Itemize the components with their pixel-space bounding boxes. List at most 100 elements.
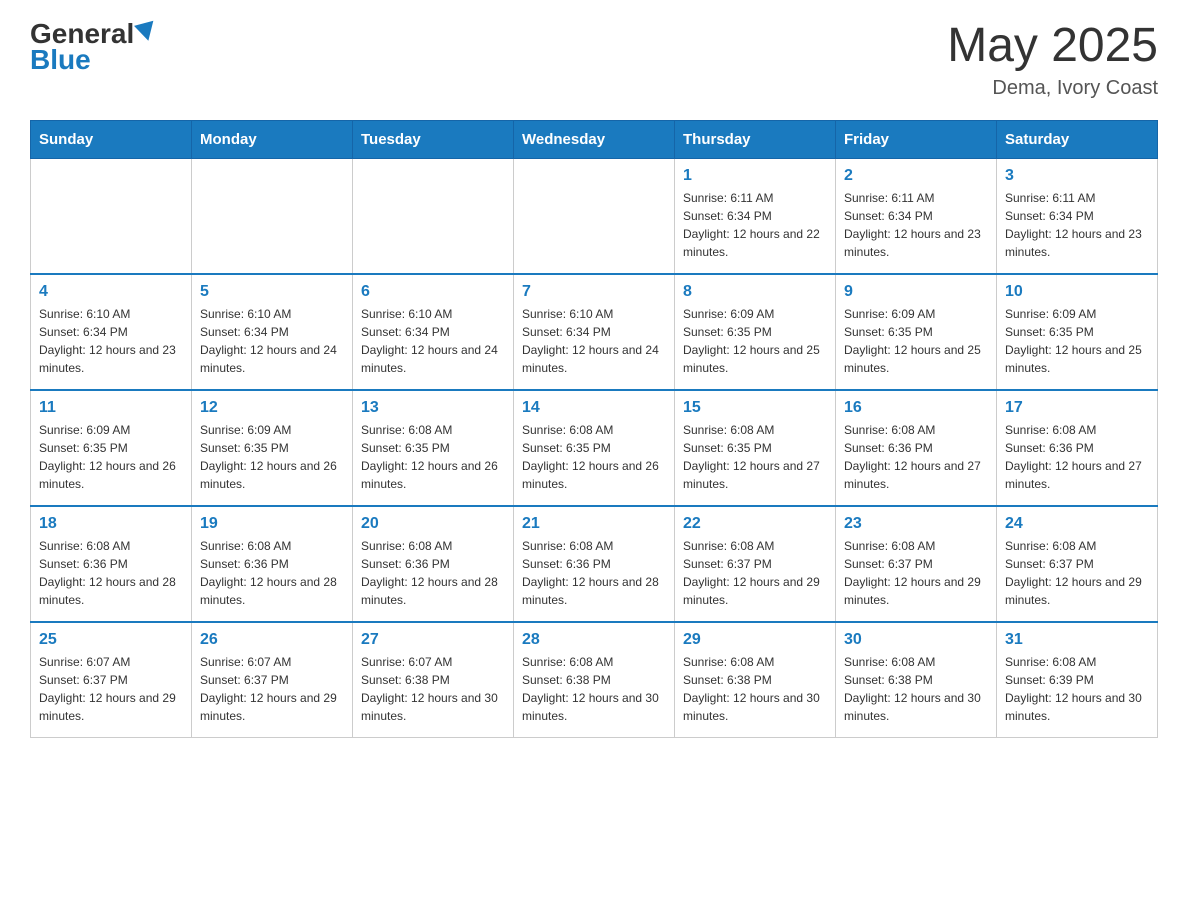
day-number: 11 (39, 399, 183, 417)
logo-blue-text: Blue (30, 44, 91, 75)
day-number: 17 (1005, 399, 1149, 417)
day-info: Sunrise: 6:10 AMSunset: 6:34 PMDaylight:… (361, 305, 505, 377)
day-info: Sunrise: 6:09 AMSunset: 6:35 PMDaylight:… (844, 305, 988, 377)
page-header: General Blue May 2025 Dema, Ivory Coast (30, 20, 1158, 100)
day-info: Sunrise: 6:08 AMSunset: 6:36 PMDaylight:… (39, 537, 183, 609)
calendar-table: SundayMondayTuesdayWednesdayThursdayFrid… (30, 120, 1158, 738)
col-header-thursday: Thursday (675, 120, 836, 158)
calendar-cell: 8 Sunrise: 6:09 AMSunset: 6:35 PMDaylight… (675, 274, 836, 390)
calendar-cell (31, 158, 192, 274)
calendar-cell: 30 Sunrise: 6:08 AMSunset: 6:38 PMDayligh… (836, 622, 997, 738)
calendar-cell: 26Sunrise: 6:07 AMSunset: 6:37 PMDayligh… (192, 622, 353, 738)
calendar-cell (192, 158, 353, 274)
calendar-cell: 16 Sunrise: 6:08 AMSunset: 6:36 PMDayligh… (836, 390, 997, 506)
day-number: 3 (1005, 167, 1149, 185)
day-info: Sunrise: 6:08 AMSunset: 6:36 PMDaylight:… (522, 537, 666, 609)
calendar-week-row: 4 Sunrise: 6:10 AMSunset: 6:34 PMDaylight… (31, 274, 1158, 390)
day-number: 8 (683, 283, 827, 301)
calendar-week-row: 1Sunrise: 6:11 AMSunset: 6:34 PMDaylight… (31, 158, 1158, 274)
calendar-cell: 6Sunrise: 6:10 AMSunset: 6:34 PMDaylight… (353, 274, 514, 390)
day-number: 27 (361, 631, 505, 649)
calendar-cell: 7 Sunrise: 6:10 AMSunset: 6:34 PMDaylight… (514, 274, 675, 390)
calendar-cell: 20 Sunrise: 6:08 AMSunset: 6:36 PMDayligh… (353, 506, 514, 622)
calendar-week-row: 18 Sunrise: 6:08 AMSunset: 6:36 PMDayligh… (31, 506, 1158, 622)
day-number: 15 (683, 399, 827, 417)
day-info: Sunrise: 6:09 AMSunset: 6:35 PMDaylight:… (200, 421, 344, 493)
day-info: Sunrise: 6:10 AMSunset: 6:34 PMDaylight:… (522, 305, 666, 377)
day-info: Sunrise: 6:08 AMSunset: 6:39 PMDaylight:… (1005, 653, 1149, 725)
day-number: 12 (200, 399, 344, 417)
day-info: Sunrise: 6:09 AMSunset: 6:35 PMDaylight:… (1005, 305, 1149, 377)
location-subtitle: Dema, Ivory Coast (947, 77, 1158, 100)
day-info: Sunrise: 6:09 AMSunset: 6:35 PMDaylight:… (683, 305, 827, 377)
day-number: 30 (844, 631, 988, 649)
calendar-cell: 15Sunrise: 6:08 AMSunset: 6:35 PMDayligh… (675, 390, 836, 506)
calendar-week-row: 25Sunrise: 6:07 AMSunset: 6:37 PMDayligh… (31, 622, 1158, 738)
day-number: 19 (200, 515, 344, 533)
col-header-wednesday: Wednesday (514, 120, 675, 158)
day-number: 10 (1005, 283, 1149, 301)
month-year-title: May 2025 (947, 20, 1158, 73)
col-header-tuesday: Tuesday (353, 120, 514, 158)
calendar-cell: 17 Sunrise: 6:08 AMSunset: 6:36 PMDayligh… (997, 390, 1158, 506)
calendar-cell (514, 158, 675, 274)
day-number: 4 (39, 283, 183, 301)
day-info: Sunrise: 6:11 AMSunset: 6:34 PMDaylight:… (1005, 189, 1149, 261)
calendar-cell: 29 Sunrise: 6:08 AMSunset: 6:38 PMDayligh… (675, 622, 836, 738)
day-number: 29 (683, 631, 827, 649)
day-number: 24 (1005, 515, 1149, 533)
calendar-cell: 10 Sunrise: 6:09 AMSunset: 6:35 PMDayligh… (997, 274, 1158, 390)
day-info: Sunrise: 6:08 AMSunset: 6:37 PMDaylight:… (683, 537, 827, 609)
day-info: Sunrise: 6:08 AMSunset: 6:38 PMDaylight:… (522, 653, 666, 725)
title-block: May 2025 Dema, Ivory Coast (947, 20, 1158, 100)
day-number: 5 (200, 283, 344, 301)
day-info: Sunrise: 6:11 AMSunset: 6:34 PMDaylight:… (683, 189, 827, 261)
calendar-cell: 1Sunrise: 6:11 AMSunset: 6:34 PMDaylight… (675, 158, 836, 274)
day-info: Sunrise: 6:08 AMSunset: 6:36 PMDaylight:… (1005, 421, 1149, 493)
calendar-cell: 9 Sunrise: 6:09 AMSunset: 6:35 PMDaylight… (836, 274, 997, 390)
day-number: 20 (361, 515, 505, 533)
day-info: Sunrise: 6:08 AMSunset: 6:35 PMDaylight:… (522, 421, 666, 493)
day-info: Sunrise: 6:07 AMSunset: 6:38 PMDaylight:… (361, 653, 505, 725)
col-header-monday: Monday (192, 120, 353, 158)
calendar-cell: 18 Sunrise: 6:08 AMSunset: 6:36 PMDayligh… (31, 506, 192, 622)
day-number: 23 (844, 515, 988, 533)
day-info: Sunrise: 6:09 AMSunset: 6:35 PMDaylight:… (39, 421, 183, 493)
calendar-week-row: 11 Sunrise: 6:09 AMSunset: 6:35 PMDayligh… (31, 390, 1158, 506)
logo: General Blue (30, 20, 156, 74)
day-info: Sunrise: 6:08 AMSunset: 6:36 PMDaylight:… (200, 537, 344, 609)
day-info: Sunrise: 6:08 AMSunset: 6:36 PMDaylight:… (361, 537, 505, 609)
day-number: 7 (522, 283, 666, 301)
day-info: Sunrise: 6:08 AMSunset: 6:37 PMDaylight:… (844, 537, 988, 609)
logo-triangle-icon (134, 21, 158, 44)
calendar-cell: 31Sunrise: 6:08 AMSunset: 6:39 PMDayligh… (997, 622, 1158, 738)
day-number: 2 (844, 167, 988, 185)
day-number: 9 (844, 283, 988, 301)
calendar-header-row: SundayMondayTuesdayWednesdayThursdayFrid… (31, 120, 1158, 158)
day-info: Sunrise: 6:10 AMSunset: 6:34 PMDaylight:… (39, 305, 183, 377)
calendar-cell: 24 Sunrise: 6:08 AMSunset: 6:37 PMDayligh… (997, 506, 1158, 622)
calendar-cell: 19 Sunrise: 6:08 AMSunset: 6:36 PMDayligh… (192, 506, 353, 622)
calendar-cell: 3 Sunrise: 6:11 AMSunset: 6:34 PMDaylight… (997, 158, 1158, 274)
day-info: Sunrise: 6:08 AMSunset: 6:36 PMDaylight:… (844, 421, 988, 493)
day-info: Sunrise: 6:08 AMSunset: 6:38 PMDaylight:… (683, 653, 827, 725)
day-info: Sunrise: 6:08 AMSunset: 6:37 PMDaylight:… (1005, 537, 1149, 609)
calendar-cell: 27 Sunrise: 6:07 AMSunset: 6:38 PMDayligh… (353, 622, 514, 738)
calendar-cell: 25Sunrise: 6:07 AMSunset: 6:37 PMDayligh… (31, 622, 192, 738)
col-header-friday: Friday (836, 120, 997, 158)
calendar-cell: 14Sunrise: 6:08 AMSunset: 6:35 PMDayligh… (514, 390, 675, 506)
calendar-cell: 23 Sunrise: 6:08 AMSunset: 6:37 PMDayligh… (836, 506, 997, 622)
calendar-cell: 22Sunrise: 6:08 AMSunset: 6:37 PMDayligh… (675, 506, 836, 622)
day-number: 18 (39, 515, 183, 533)
day-info: Sunrise: 6:08 AMSunset: 6:38 PMDaylight:… (844, 653, 988, 725)
calendar-cell: 4 Sunrise: 6:10 AMSunset: 6:34 PMDaylight… (31, 274, 192, 390)
calendar-cell: 21Sunrise: 6:08 AMSunset: 6:36 PMDayligh… (514, 506, 675, 622)
day-number: 16 (844, 399, 988, 417)
col-header-saturday: Saturday (997, 120, 1158, 158)
calendar-cell: 5Sunrise: 6:10 AMSunset: 6:34 PMDaylight… (192, 274, 353, 390)
day-info: Sunrise: 6:08 AMSunset: 6:35 PMDaylight:… (361, 421, 505, 493)
col-header-sunday: Sunday (31, 120, 192, 158)
calendar-cell: 28Sunrise: 6:08 AMSunset: 6:38 PMDayligh… (514, 622, 675, 738)
day-info: Sunrise: 6:07 AMSunset: 6:37 PMDaylight:… (200, 653, 344, 725)
calendar-cell: 12 Sunrise: 6:09 AMSunset: 6:35 PMDayligh… (192, 390, 353, 506)
